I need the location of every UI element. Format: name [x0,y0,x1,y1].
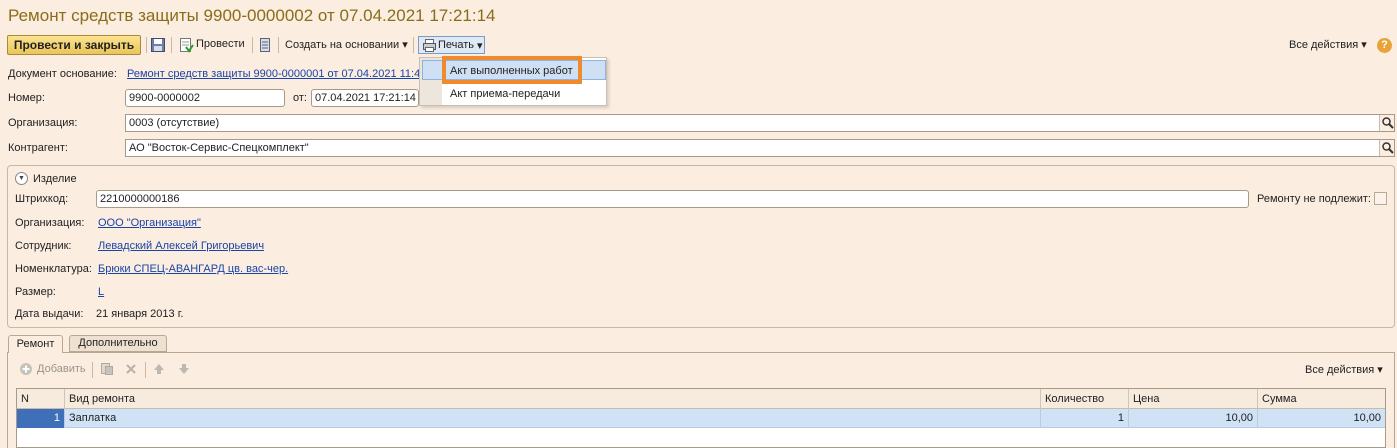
repair-kind-cell[interactable]: Заплатка [65,409,1041,428]
no-repair-checkbox[interactable] [1374,192,1387,205]
chevron-down-icon: ▾ [402,39,408,51]
post-and-close-button[interactable]: Провести и закрыть [7,35,141,55]
organization-label: Организация: [8,117,78,129]
issue-date-label: Дата выдачи: [15,308,84,320]
column-repair-kind[interactable]: Вид ремонта [65,389,1041,409]
menu-item-acceptance-transfer-act[interactable]: Акт приема-передачи [450,88,560,100]
print-button[interactable]: Печать ▾ [418,36,485,54]
date-field[interactable]: 07.04.2021 17:21:14 [311,89,419,107]
barcode-label: Штрихкод: [15,193,69,205]
post-button[interactable]: Провести [196,38,245,50]
date-label: от: [293,92,307,104]
table-header: N Вид ремонта Количество Цена Сумма [17,389,1385,409]
page-title: Ремонт средств защиты 9900-0000002 от 07… [8,6,496,25]
table-row[interactable]: 1 Заплатка 1 10,00 10,00 [17,409,1385,428]
create-based-on-button[interactable]: Создать на основании ▾ [285,38,408,51]
contractor-field[interactable]: АО "Восток-Сервис-Спецкомплект" [125,139,1395,157]
all-actions-label: Все действия [1289,39,1359,51]
save-icon[interactable] [150,37,166,53]
table-all-actions-label: Все действия [1305,364,1375,376]
print-label: Печать [438,39,475,51]
issue-date-value: 21 января 2013 г. [96,308,184,320]
create-based-on-label: Создать на основании [285,39,400,51]
organization-field[interactable]: 0003 (отсутствие) [125,114,1395,132]
column-sum[interactable]: Сумма [1258,389,1385,409]
contractor-label: Контрагент: [8,142,68,154]
toolbar-divider [171,37,172,53]
toolbar-divider [145,362,146,378]
column-price[interactable]: Цена [1129,389,1258,409]
highlight-frame [442,56,582,84]
all-actions-menu[interactable]: Все действия ▾ [1289,38,1367,51]
column-n[interactable]: N [17,389,65,409]
search-icon[interactable] [1379,140,1394,156]
structure-icon[interactable] [257,37,273,53]
employee-label: Сотрудник: [15,240,72,252]
toolbar-divider [413,37,414,53]
item-org-label: Организация: [15,217,85,229]
row-number: 1 [17,409,65,428]
delete-icon[interactable] [124,362,138,376]
chevron-down-icon: ▾ [477,40,483,52]
item-group-title: Изделие [33,173,77,185]
employee-link[interactable]: Левадский Алексей Григорьевич [98,240,264,252]
chevron-down-icon: ▾ [1361,39,1367,51]
no-repair-label: Ремонту не подлежит: [1257,193,1371,205]
organization-value: 0003 (отсутствие) [129,117,220,129]
size-link[interactable]: L [98,286,104,298]
copy-icon[interactable] [100,362,114,376]
move-up-icon[interactable] [152,362,166,376]
sum-cell[interactable]: 10,00 [1258,409,1385,428]
nomenclature-link[interactable]: Брюки СПЕЦ-АВАНГАРД цв. вас-чер. [98,263,288,275]
size-label: Размер: [15,286,56,298]
collapse-icon[interactable]: ▼ [15,172,28,185]
base-document-label: Документ основание: [8,68,117,80]
move-down-icon[interactable] [177,362,191,376]
add-icon[interactable] [19,362,33,376]
number-label: Номер: [8,92,45,104]
help-button[interactable]: ? [1377,38,1392,53]
printer-icon [422,38,437,56]
chevron-down-icon: ▾ [1377,364,1383,376]
toolbar-divider [92,362,93,378]
toolbar-divider [278,37,279,53]
tab-additional[interactable]: Дополнительно [69,335,167,352]
base-document-link[interactable]: Ремонт средств защиты 9900-0000001 от 07… [127,68,419,80]
post-document-icon[interactable] [178,37,194,53]
contractor-value: АО "Восток-Сервис-Спецкомплект" [129,142,309,154]
tab-repair[interactable]: Ремонт [8,335,63,353]
number-field[interactable]: 9900-0000002 [125,89,285,107]
quantity-cell[interactable]: 1 [1041,409,1129,428]
price-cell[interactable]: 10,00 [1129,409,1258,428]
repair-table: N Вид ремонта Количество Цена Сумма 1 За… [16,388,1386,448]
table-all-actions-menu[interactable]: Все действия ▾ [1305,363,1383,376]
search-icon[interactable] [1379,115,1394,131]
toolbar-divider [146,37,147,53]
toolbar-divider [252,37,253,53]
add-button[interactable]: Добавить [37,363,86,375]
item-org-link[interactable]: ООО "Организация" [98,217,201,229]
nomenclature-label: Номенклатура: [15,263,92,275]
barcode-field[interactable]: 2210000000186 [96,190,1249,208]
column-quantity[interactable]: Количество [1041,389,1129,409]
